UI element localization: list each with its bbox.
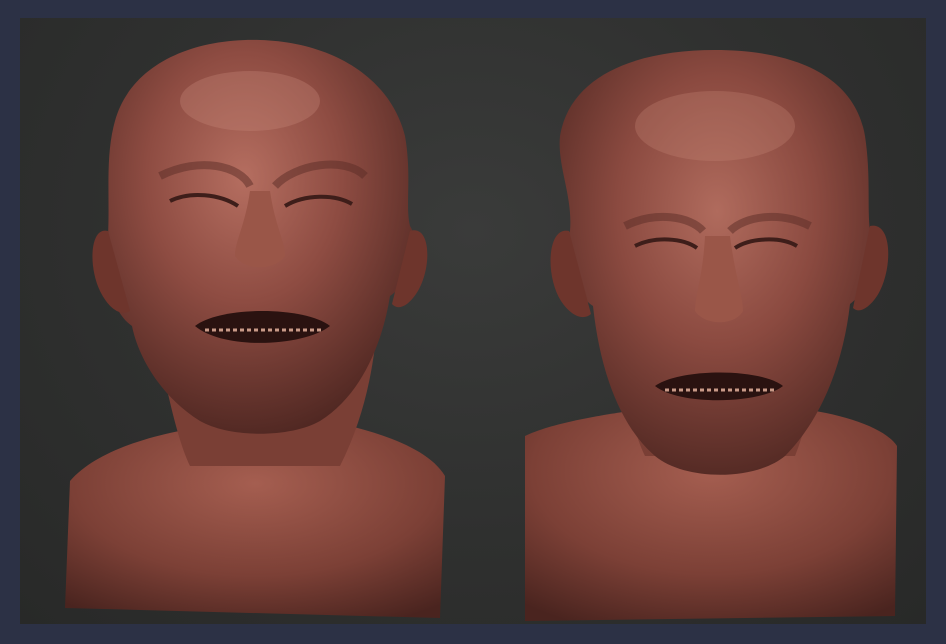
bust-render-right [525, 36, 905, 624]
sculpted-head-icon [65, 39, 445, 618]
sculpted-head-icon [525, 50, 897, 621]
bust-render-left [60, 26, 450, 624]
render-viewport [20, 18, 926, 624]
